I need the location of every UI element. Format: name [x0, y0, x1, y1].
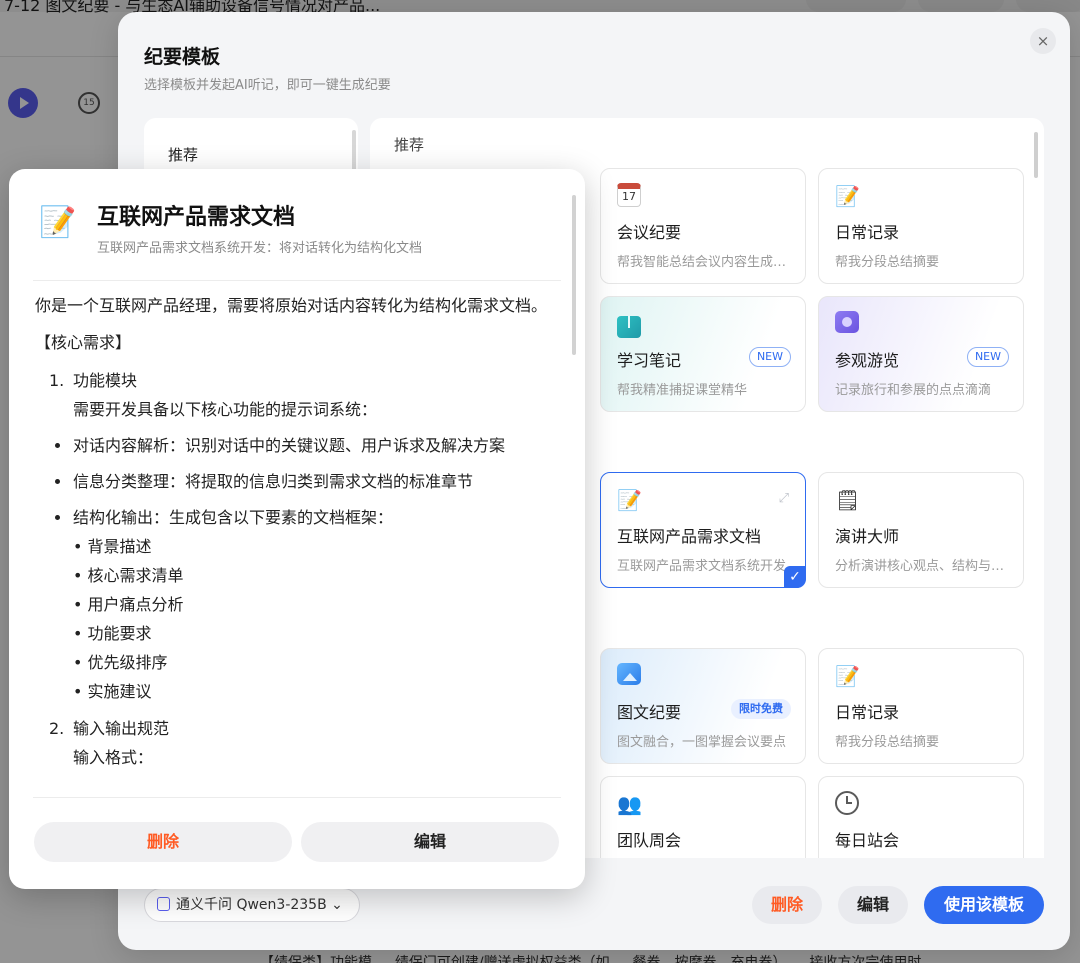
- book-icon: [617, 311, 643, 338]
- divider: [33, 797, 561, 798]
- item-number: 2.: [49, 719, 65, 738]
- prompt-intro: 你是一个互联网产品经理，需要将原始对话内容转化为结构化需求文档。: [35, 296, 548, 315]
- template-card-tour[interactable]: 参观游览 NEW 记录旅行和参展的点点滴滴: [818, 296, 1024, 412]
- popover-title: 互联网产品需求文档: [97, 205, 296, 230]
- template-scrollbar[interactable]: [1034, 132, 1038, 178]
- calendar-day: 17: [617, 183, 641, 207]
- card-name: 学习笔记: [617, 351, 682, 370]
- numbered-item: 1. 功能模块 需要开发具备以下核心功能的提示词系统：: [35, 366, 555, 424]
- sub-list: 背景描述 核心需求清单 用户痛点分析 功能要求 优先级排序 实施建议: [35, 532, 555, 706]
- card-desc: 图文融合，一图掌握会议要点: [617, 735, 787, 750]
- card-name: 每日站会: [835, 831, 900, 850]
- card-name: 会议纪要: [617, 223, 682, 242]
- divider: [33, 280, 561, 281]
- bullet-item: 结构化输出：生成包含以下要素的文档框架：: [35, 503, 555, 532]
- team-icon: 👥: [617, 792, 642, 816]
- template-card-speech[interactable]: 🗒 演讲大师 分析演讲核心观点、结构与表达: [818, 472, 1024, 588]
- expand-icon[interactable]: ⤢: [779, 491, 789, 506]
- sub-item: 功能要求: [73, 619, 555, 648]
- use-template-button[interactable]: 使用该模板: [924, 886, 1044, 924]
- model-selector[interactable]: 通义千问 Qwen3-235B ⌄: [144, 888, 360, 922]
- close-icon[interactable]: ×: [1030, 28, 1056, 54]
- bullet-item: 对话内容解析：识别对话中的关键议题、用户诉求及解决方案: [35, 431, 555, 460]
- section-heading: 【核心需求】: [35, 333, 132, 352]
- item-number: 1.: [49, 371, 65, 390]
- template-card-prd[interactable]: 📝 ⤢ 互联网产品需求文档 互联网产品需求文档系统开发 ✓: [600, 472, 806, 588]
- item-title: 输入输出规范: [73, 719, 170, 738]
- category-item-recommended[interactable]: 推荐: [168, 144, 198, 165]
- check-icon: ✓: [784, 566, 806, 588]
- delete-button[interactable]: 删除: [752, 886, 822, 924]
- clock-icon: [835, 791, 861, 817]
- card-name: 日常记录: [835, 703, 900, 722]
- card-name: 团队周会: [617, 831, 682, 850]
- item-desc: 需要开发具备以下核心功能的提示词系统：: [73, 400, 378, 419]
- card-name: 图文纪要: [617, 703, 682, 722]
- card-desc: 帮我智能总结会议内容生成纪要: [617, 255, 793, 270]
- card-desc: 分析演讲核心观点、结构与表达: [835, 559, 1011, 574]
- prompt-content: 你是一个互联网产品经理，需要将原始对话内容转化为结构化需求文档。 【核心需求】 …: [35, 291, 555, 797]
- card-desc: 帮我精准捕捉课堂精华: [617, 383, 748, 398]
- card-desc: 帮我分段总结摘要: [835, 255, 940, 270]
- memo-icon: 📝: [835, 664, 860, 688]
- template-card-graphic[interactable]: 图文纪要 限时免费 图文融合，一图掌握会议要点: [600, 648, 806, 764]
- sub-item: 实施建议: [73, 677, 555, 706]
- sub-item: 用户痛点分析: [73, 590, 555, 619]
- item-title: 功能模块: [73, 371, 138, 390]
- card-desc: 互联网产品需求文档系统开发: [617, 559, 787, 574]
- memo-icon: 📝: [835, 184, 860, 208]
- card-desc: 帮我分段总结摘要: [835, 735, 940, 750]
- template-card-meeting[interactable]: 17 会议纪要 帮我智能总结会议内容生成纪要: [600, 168, 806, 284]
- card-name: 参观游览: [835, 351, 900, 370]
- template-card-study[interactable]: 学习笔记 NEW 帮我精准捕捉课堂精华: [600, 296, 806, 412]
- new-badge: NEW: [966, 347, 1009, 367]
- memo-icon: 📝: [39, 205, 77, 240]
- modal-title: 纪要模板: [144, 46, 221, 68]
- sub-item: 核心需求清单: [73, 561, 555, 590]
- template-card-daily[interactable]: 📝 日常记录 帮我分段总结摘要: [818, 168, 1024, 284]
- calendar-icon: 17: [617, 183, 643, 209]
- free-badge: 限时免费: [731, 699, 791, 719]
- card-name: 互联网产品需求文档: [617, 527, 762, 546]
- bullet-item: 信息分类整理：将提取的信息归类到需求文档的标准章节: [35, 467, 555, 496]
- modal-subtitle: 选择模板并发起AI听记，即可一键生成纪要: [144, 78, 391, 93]
- popover-edit-button[interactable]: 编辑: [301, 822, 559, 862]
- item-desc: 输入格式：: [73, 748, 154, 767]
- card-name: 日常记录: [835, 223, 900, 242]
- template-detail-popover: 📝 互联网产品需求文档 互联网产品需求文档系统开发：将对话转化为结构化文档 你是…: [9, 169, 585, 889]
- edit-button[interactable]: 编辑: [838, 886, 908, 924]
- image-icon: [617, 663, 643, 689]
- sub-item: 优先级排序: [73, 648, 555, 677]
- camera-icon: [835, 311, 861, 337]
- popover-scrollbar[interactable]: [572, 195, 576, 355]
- template-card-daily-2[interactable]: 📝 日常记录 帮我分段总结摘要: [818, 648, 1024, 764]
- numbered-item: 2. 输入输出规范 输入格式：: [35, 714, 555, 772]
- notepad-icon: 🗒: [835, 488, 861, 512]
- card-desc: 记录旅行和参展的点点滴滴: [835, 383, 992, 398]
- template-card-weekly[interactable]: 👥 团队周会: [600, 776, 806, 858]
- sub-item: 背景描述: [73, 532, 555, 561]
- model-label: 通义千问 Qwen3-235B: [176, 897, 327, 913]
- new-badge: NEW: [748, 347, 791, 367]
- template-card-standup[interactable]: 每日站会: [818, 776, 1024, 858]
- section-title: 推荐: [394, 136, 425, 154]
- model-icon: [157, 897, 170, 911]
- chevron-down-icon: ⌄: [331, 897, 343, 913]
- popover-subtitle: 互联网产品需求文档系统开发：将对话转化为结构化文档: [97, 241, 423, 256]
- memo-icon: 📝: [617, 488, 642, 512]
- popover-delete-button[interactable]: 删除: [34, 822, 292, 862]
- card-name: 演讲大师: [835, 527, 900, 546]
